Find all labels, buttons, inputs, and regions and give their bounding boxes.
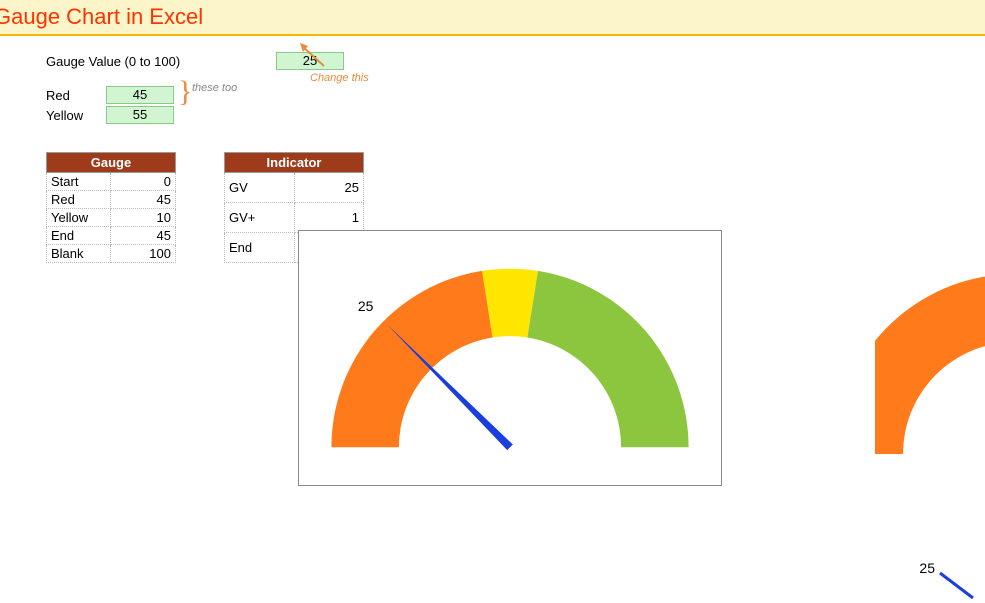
gauge-value-row: Gauge Value (0 to 100) 25 [46, 52, 985, 70]
table-row: Red45 [47, 191, 176, 209]
gauge-table: Gauge Start0 Red45 Yellow10 End45 Blank1… [46, 152, 176, 263]
needle-value-label: 25 [358, 298, 374, 314]
these-too-annotation: these too [192, 82, 237, 94]
gauge-svg [299, 231, 721, 485]
gauge-segment-green [527, 271, 688, 447]
header-banner: Gauge Chart in Excel [0, 0, 985, 36]
second-needle-icon [935, 570, 975, 600]
table-row: Blank100 [47, 245, 176, 263]
yellow-input[interactable]: 55 [106, 106, 174, 124]
indicator-table-header: Indicator [225, 153, 364, 173]
second-needle-label: 25 [919, 560, 935, 576]
content-area: Gauge Value (0 to 100) 25 Change this Re… [0, 36, 985, 263]
red-label: Red [46, 88, 106, 103]
gauge-value-label: Gauge Value (0 to 100) [46, 54, 226, 69]
gauge-chart: 25 [298, 230, 722, 486]
gauge-segment-red [331, 271, 492, 447]
change-this-annotation: Change this [310, 72, 369, 84]
table-row: GV+1 [225, 203, 364, 233]
table-row: End45 [47, 227, 176, 245]
brace-icon: } [178, 73, 192, 111]
page-title: Gauge Chart in Excel [0, 4, 203, 30]
arrow-icon [294, 40, 334, 76]
table-row: Yellow10 [47, 209, 176, 227]
second-gauge-partial [875, 254, 985, 454]
gauge-table-header: Gauge [47, 153, 176, 173]
table-row: Start0 [47, 173, 176, 191]
table-row: GV25 [225, 173, 364, 203]
yellow-label: Yellow [46, 108, 106, 123]
red-input[interactable]: 45 [106, 86, 174, 104]
